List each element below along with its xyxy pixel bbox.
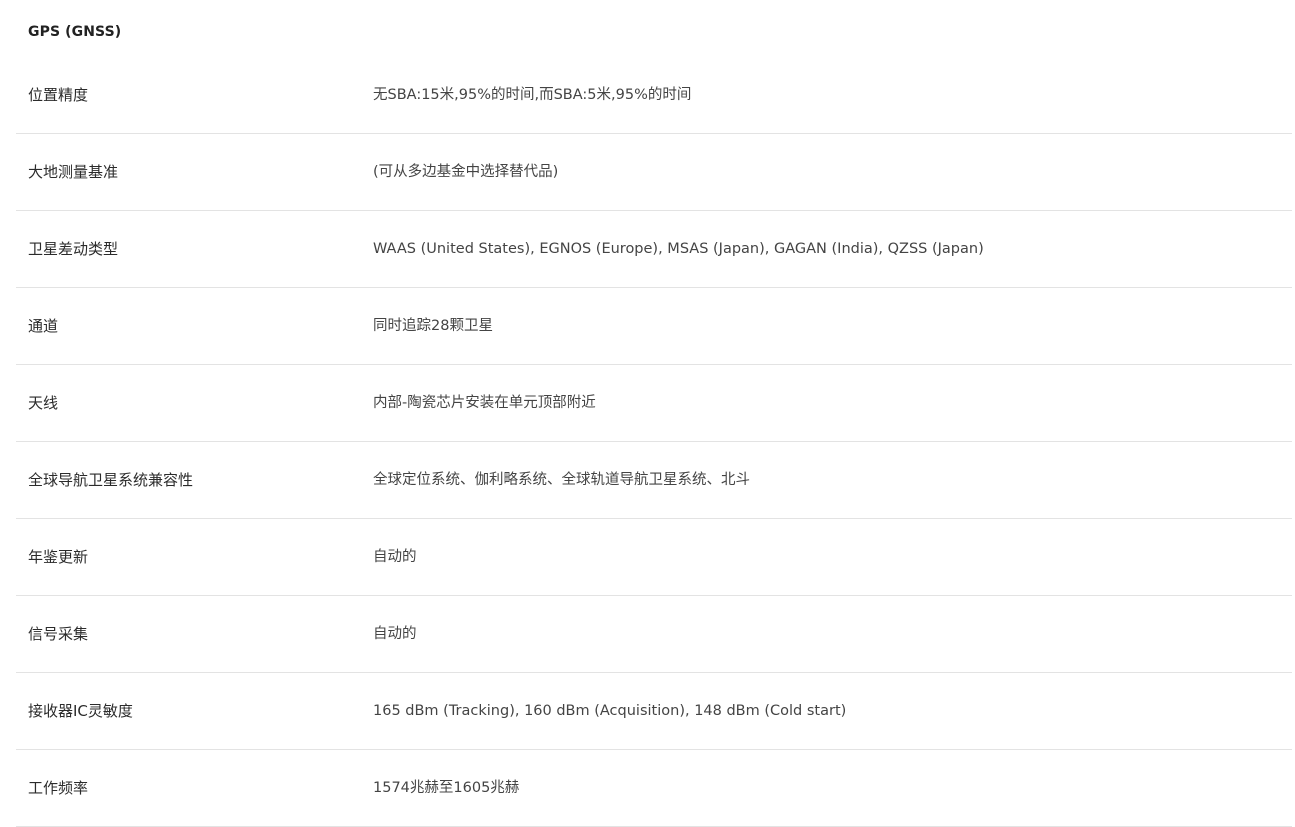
gps-spec-section: GPS (GNSS) 位置精度 无SBA:15米,95%的时间,而SBA:5米,… — [0, 0, 1295, 827]
spec-table: 位置精度 无SBA:15米,95%的时间,而SBA:5米,95%的时间 大地测量… — [16, 56, 1292, 827]
spec-row-signal-acquisition: 信号采集 自动的 — [16, 596, 1292, 673]
spec-label: 卫星差动类型 — [28, 240, 119, 258]
spec-label: 信号采集 — [28, 625, 89, 643]
spec-value: WAAS (United States), EGNOS (Europe), MS… — [373, 241, 984, 257]
spec-label: 接收器IC灵敏度 — [28, 702, 133, 720]
spec-label: 天线 — [28, 394, 59, 412]
spec-value: 自动的 — [373, 549, 417, 565]
section-title: GPS (GNSS) — [28, 24, 122, 40]
spec-label: 年鉴更新 — [28, 548, 89, 566]
spec-row-almanac-update: 年鉴更新 自动的 — [16, 519, 1292, 596]
spec-value: 全球定位系统、伽利略系统、全球轨道导航卫星系统、北斗 — [373, 472, 750, 488]
spec-row-position-accuracy: 位置精度 无SBA:15米,95%的时间,而SBA:5米,95%的时间 — [16, 56, 1292, 134]
spec-label: 工作频率 — [28, 779, 89, 797]
spec-value: (可从多边基金中选择替代品) — [373, 164, 559, 180]
spec-label: 位置精度 — [28, 85, 89, 104]
spec-row-channels: 通道 同时追踪28颗卫星 — [16, 288, 1292, 365]
spec-label: 全球导航卫星系统兼容性 — [28, 471, 194, 489]
spec-row-receiver-sensitivity: 接收器IC灵敏度 165 dBm (Tracking), 160 dBm (Ac… — [16, 673, 1292, 750]
spec-row-operating-frequency: 工作频率 1574兆赫至1605兆赫 — [16, 750, 1292, 827]
spec-value: 165 dBm (Tracking), 160 dBm (Acquisition… — [373, 703, 847, 719]
spec-row-geodetic-datum: 大地测量基准 (可从多边基金中选择替代品) — [16, 134, 1292, 211]
spec-label: 大地测量基准 — [28, 163, 119, 181]
spec-row-differential-type: 卫星差动类型 WAAS (United States), EGNOS (Euro… — [16, 211, 1292, 288]
spec-value: 1574兆赫至1605兆赫 — [373, 780, 520, 796]
spec-label: 通道 — [28, 317, 59, 335]
spec-value: 自动的 — [373, 626, 417, 642]
spec-row-antenna: 天线 内部-陶瓷芯片安装在单元顶部附近 — [16, 365, 1292, 442]
spec-value: 同时追踪28颗卫星 — [373, 318, 493, 334]
spec-row-gnss-compatibility: 全球导航卫星系统兼容性 全球定位系统、伽利略系统、全球轨道导航卫星系统、北斗 — [16, 442, 1292, 519]
spec-value: 内部-陶瓷芯片安装在单元顶部附近 — [373, 395, 596, 411]
spec-value: 无SBA:15米,95%的时间,而SBA:5米,95%的时间 — [373, 86, 692, 103]
